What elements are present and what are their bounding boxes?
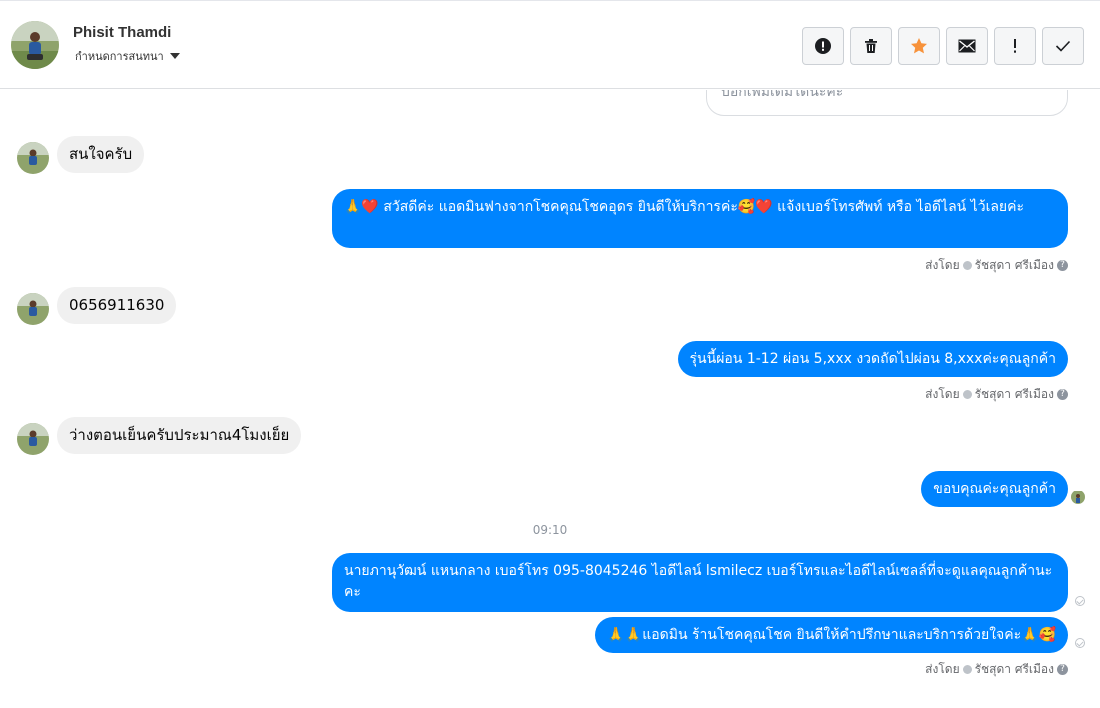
agent-name: รัชสุดา ศรีเมือง [974, 662, 1054, 676]
assign-label: กำหนดการสนทนา [75, 50, 164, 63]
agent-name: รัชสุดา ศรีเมือง [974, 387, 1054, 401]
outgoing-message-text: ขอบคุณค่ะคุณลูกค้า [933, 481, 1056, 497]
timestamp: 09:10 [532, 523, 568, 537]
help-icon[interactable]: ? [1057, 664, 1068, 675]
outgoing-message-text: รุ่นนี้ผ่อน 1-12 ผ่อน 5,xxx งวดถัดไปผ่อน… [689, 351, 1056, 367]
envelope-icon [958, 39, 976, 53]
agent-name: รัชสุดา ศรีเมือง [974, 258, 1054, 272]
incoming-message[interactable]: 0656911630 [57, 287, 177, 324]
outgoing-message[interactable]: 🙏❤️ สวัสดีค่ะ แอดมินฟางจากโชคคุณโชคอุดร … [332, 189, 1068, 248]
exclamation-icon [1014, 39, 1016, 53]
sent-by-info: ส่งโดย รัชสุดา ศรีเมือง ? [925, 256, 1068, 275]
contact-avatar[interactable] [11, 21, 59, 69]
outgoing-message[interactable]: รุ่นนี้ผ่อน 1-12 ผ่อน 5,xxx งวดถัดไปผ่อน… [677, 341, 1068, 377]
help-icon[interactable]: ? [1057, 260, 1068, 271]
agent-avatar-icon [962, 390, 972, 399]
report-spam-button[interactable] [802, 27, 844, 65]
incoming-message[interactable]: ว่างตอนเย็นครับประมาณ4โมงเย็ย [57, 417, 302, 454]
conversation-toolbar [802, 27, 1084, 65]
conversation-header: Phisit Thamdi กำหนดการสนทนา [0, 0, 1100, 89]
assign-conversation-dropdown[interactable]: กำหนดการสนทนา [75, 47, 180, 65]
mark-done-button[interactable] [1042, 27, 1084, 65]
help-icon[interactable]: ? [1057, 389, 1068, 400]
seen-avatar [1071, 490, 1085, 504]
message-composer-partial: บอกเพิ่มเติมได้นะคะ [706, 90, 1068, 116]
outgoing-message-text: นายภานุวัฒน์ แหนกลาง เบอร์โทร 095-804524… [344, 563, 1053, 600]
incoming-message[interactable]: สนใจครับ [57, 136, 145, 173]
agent-avatar-icon [962, 665, 972, 674]
contact-avatar-small[interactable] [17, 142, 49, 174]
caret-down-icon [169, 53, 180, 59]
alert-circle-icon [815, 38, 831, 54]
agent-avatar-icon [962, 261, 972, 270]
checkmark-icon [1055, 40, 1071, 52]
outgoing-message[interactable]: นายภานุวัฒน์ แหนกลาง เบอร์โทร 095-804524… [332, 553, 1068, 612]
sent-by-label: ส่งโดย [925, 258, 960, 272]
sent-by-label: ส่งโดย [925, 387, 960, 401]
delivered-check-icon [1075, 596, 1085, 606]
contact-avatar-small[interactable] [17, 423, 49, 455]
sent-by-label: ส่งโดย [925, 662, 960, 676]
contact-name: Phisit Thamdi [73, 24, 172, 41]
outgoing-message[interactable]: 🙏🙏แอดมิน ร้านโชคคุณโชค ยินดีให้คำปรึกษาแ… [595, 617, 1068, 653]
delivered-check-icon [1075, 638, 1085, 648]
sent-by-info: ส่งโดย รัชสุดา ศรีเมือง ? [925, 660, 1068, 679]
trash-icon [865, 39, 877, 53]
delete-button[interactable] [850, 27, 892, 65]
outgoing-message-text: 🙏❤️ สวัสดีค่ะ แอดมินฟางจากโชคคุณโชคอุดร … [344, 199, 1025, 215]
mark-unread-button[interactable] [946, 27, 988, 65]
mark-important-button[interactable] [994, 27, 1036, 65]
star-button[interactable] [898, 27, 940, 65]
partial-message-text: บอกเพิ่มเติมได้นะคะ [721, 90, 844, 100]
outgoing-message[interactable]: ขอบคุณค่ะคุณลูกค้า [921, 471, 1068, 507]
star-icon [911, 38, 927, 54]
message-thread[interactable]: บอกเพิ่มเติมได้นะคะ สนใจครับ 🙏❤️ สวัสดีค… [0, 90, 1100, 708]
outgoing-message-text: 🙏🙏แอดมิน ร้านโชคคุณโชค ยินดีให้คำปรึกษาแ… [607, 627, 1056, 643]
sent-by-info: ส่งโดย รัชสุดา ศรีเมือง ? [925, 385, 1068, 404]
contact-avatar-small[interactable] [17, 293, 49, 325]
